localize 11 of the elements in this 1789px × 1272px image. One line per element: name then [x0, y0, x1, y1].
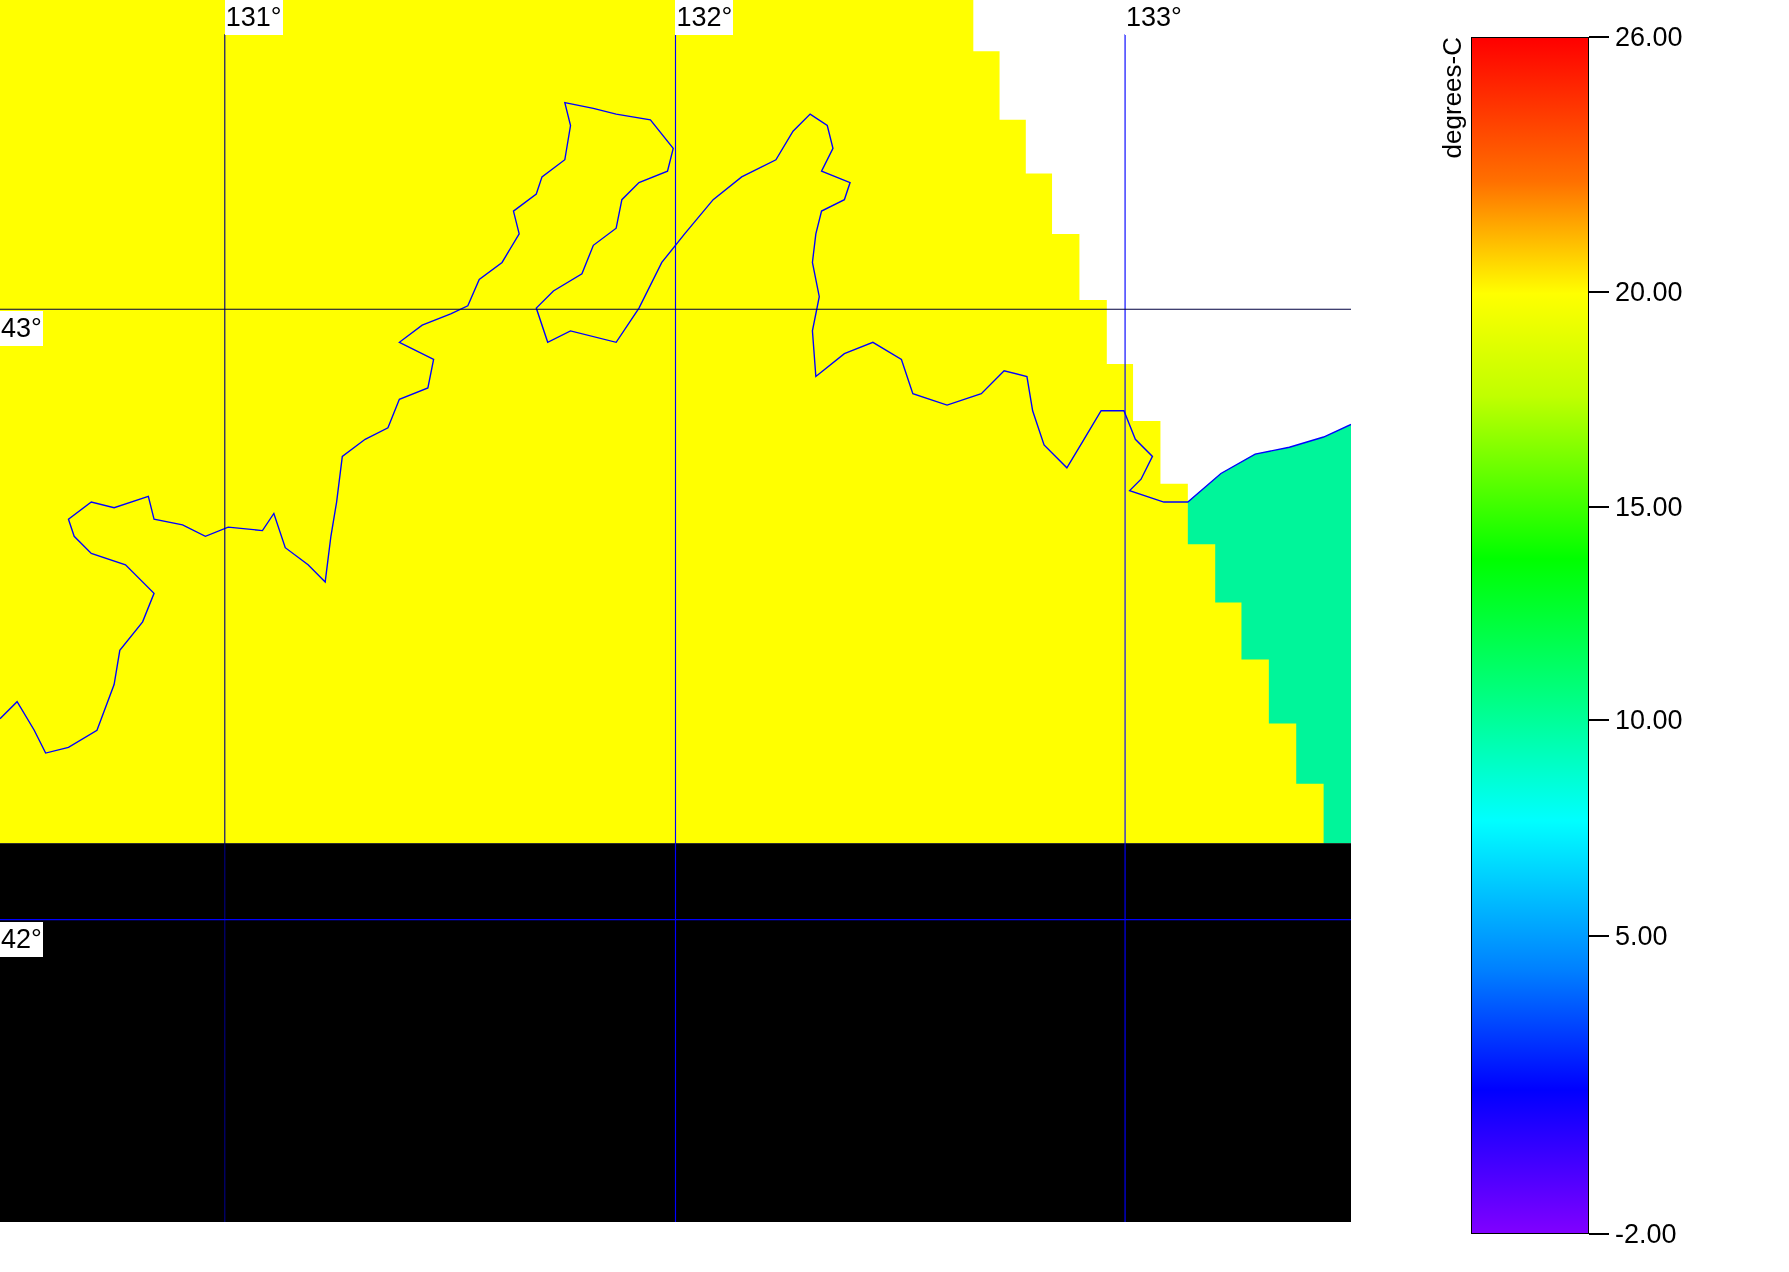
scale-tick-label: 10.00	[1615, 706, 1683, 734]
longitude-label: 132°	[675, 0, 734, 35]
latitude-label: 43°	[0, 311, 43, 347]
latitude-label: 42°	[0, 921, 43, 957]
longitude-label: 131°	[224, 0, 283, 35]
scale-tick-label: 20.00	[1615, 278, 1683, 306]
scale-tick-label: -2.00	[1615, 1220, 1677, 1248]
scale-tick-label: 15.00	[1615, 493, 1683, 521]
scale-tick-label: 5.00	[1615, 922, 1668, 950]
scale-tick-label: 26.00	[1615, 23, 1683, 51]
legend-title: degrees-C	[1439, 37, 1465, 159]
